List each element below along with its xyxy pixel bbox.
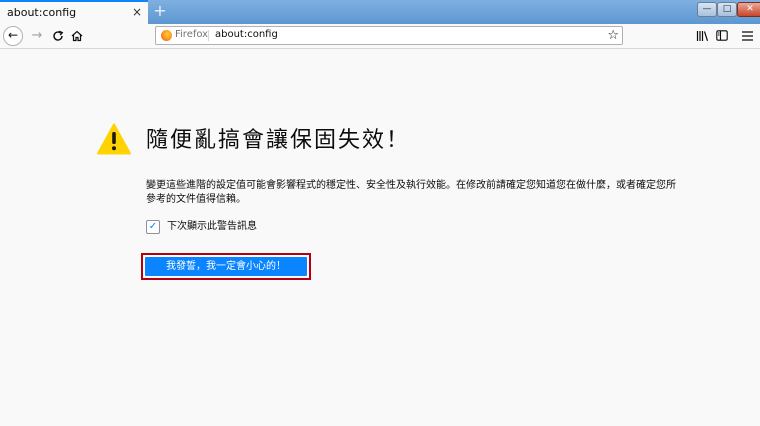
- accept-risk-button[interactable]: 我發誓，我一定會小心的！: [145, 257, 307, 276]
- new-tab-icon[interactable]: +: [152, 2, 168, 20]
- config-warning-page: 隨便亂搞會讓保固失效！ 變更這些進階的設定值可能會影響程式的穩定性、安全性及執行…: [0, 49, 760, 426]
- sidebar-icon[interactable]: [712, 26, 732, 46]
- url-bar[interactable]: Firefox about:config ☆: [155, 26, 623, 45]
- bookmark-star-icon[interactable]: ☆: [607, 27, 619, 44]
- reload-icon[interactable]: [48, 26, 68, 46]
- forward-icon[interactable]: →: [27, 26, 47, 46]
- show-warning-checkbox[interactable]: ✓: [146, 220, 160, 234]
- library-icon[interactable]: [692, 26, 712, 46]
- warning-description: 變更這些進階的設定值可能會影響程式的穩定性、安全性及執行效能。在修改前請確定您知…: [146, 180, 676, 205]
- tab-bar: about:config × + — □ ✕: [0, 0, 760, 24]
- navigation-toolbar: ← → Firefox about:config ☆: [0, 24, 760, 49]
- url-separator: [208, 30, 209, 41]
- warning-icon: [97, 123, 131, 155]
- maximize-icon[interactable]: □: [717, 2, 737, 17]
- close-tab-icon[interactable]: ×: [130, 5, 144, 19]
- window-close-icon[interactable]: ✕: [737, 2, 760, 17]
- show-warning-label[interactable]: 下次顯示此警告訊息: [167, 220, 257, 234]
- tab-title: about:config: [7, 6, 77, 19]
- back-icon[interactable]: ←: [3, 26, 23, 46]
- identity-label: Firefox: [175, 29, 209, 40]
- menu-icon[interactable]: [737, 26, 757, 46]
- page-title: 隨便亂搞會讓保固失效！: [146, 128, 411, 153]
- url-input[interactable]: about:config: [215, 29, 278, 40]
- firefox-logo-icon: [161, 30, 172, 41]
- home-icon[interactable]: [67, 26, 87, 46]
- minimize-icon[interactable]: —: [697, 2, 717, 17]
- tab-about-config[interactable]: about:config ×: [0, 0, 148, 24]
